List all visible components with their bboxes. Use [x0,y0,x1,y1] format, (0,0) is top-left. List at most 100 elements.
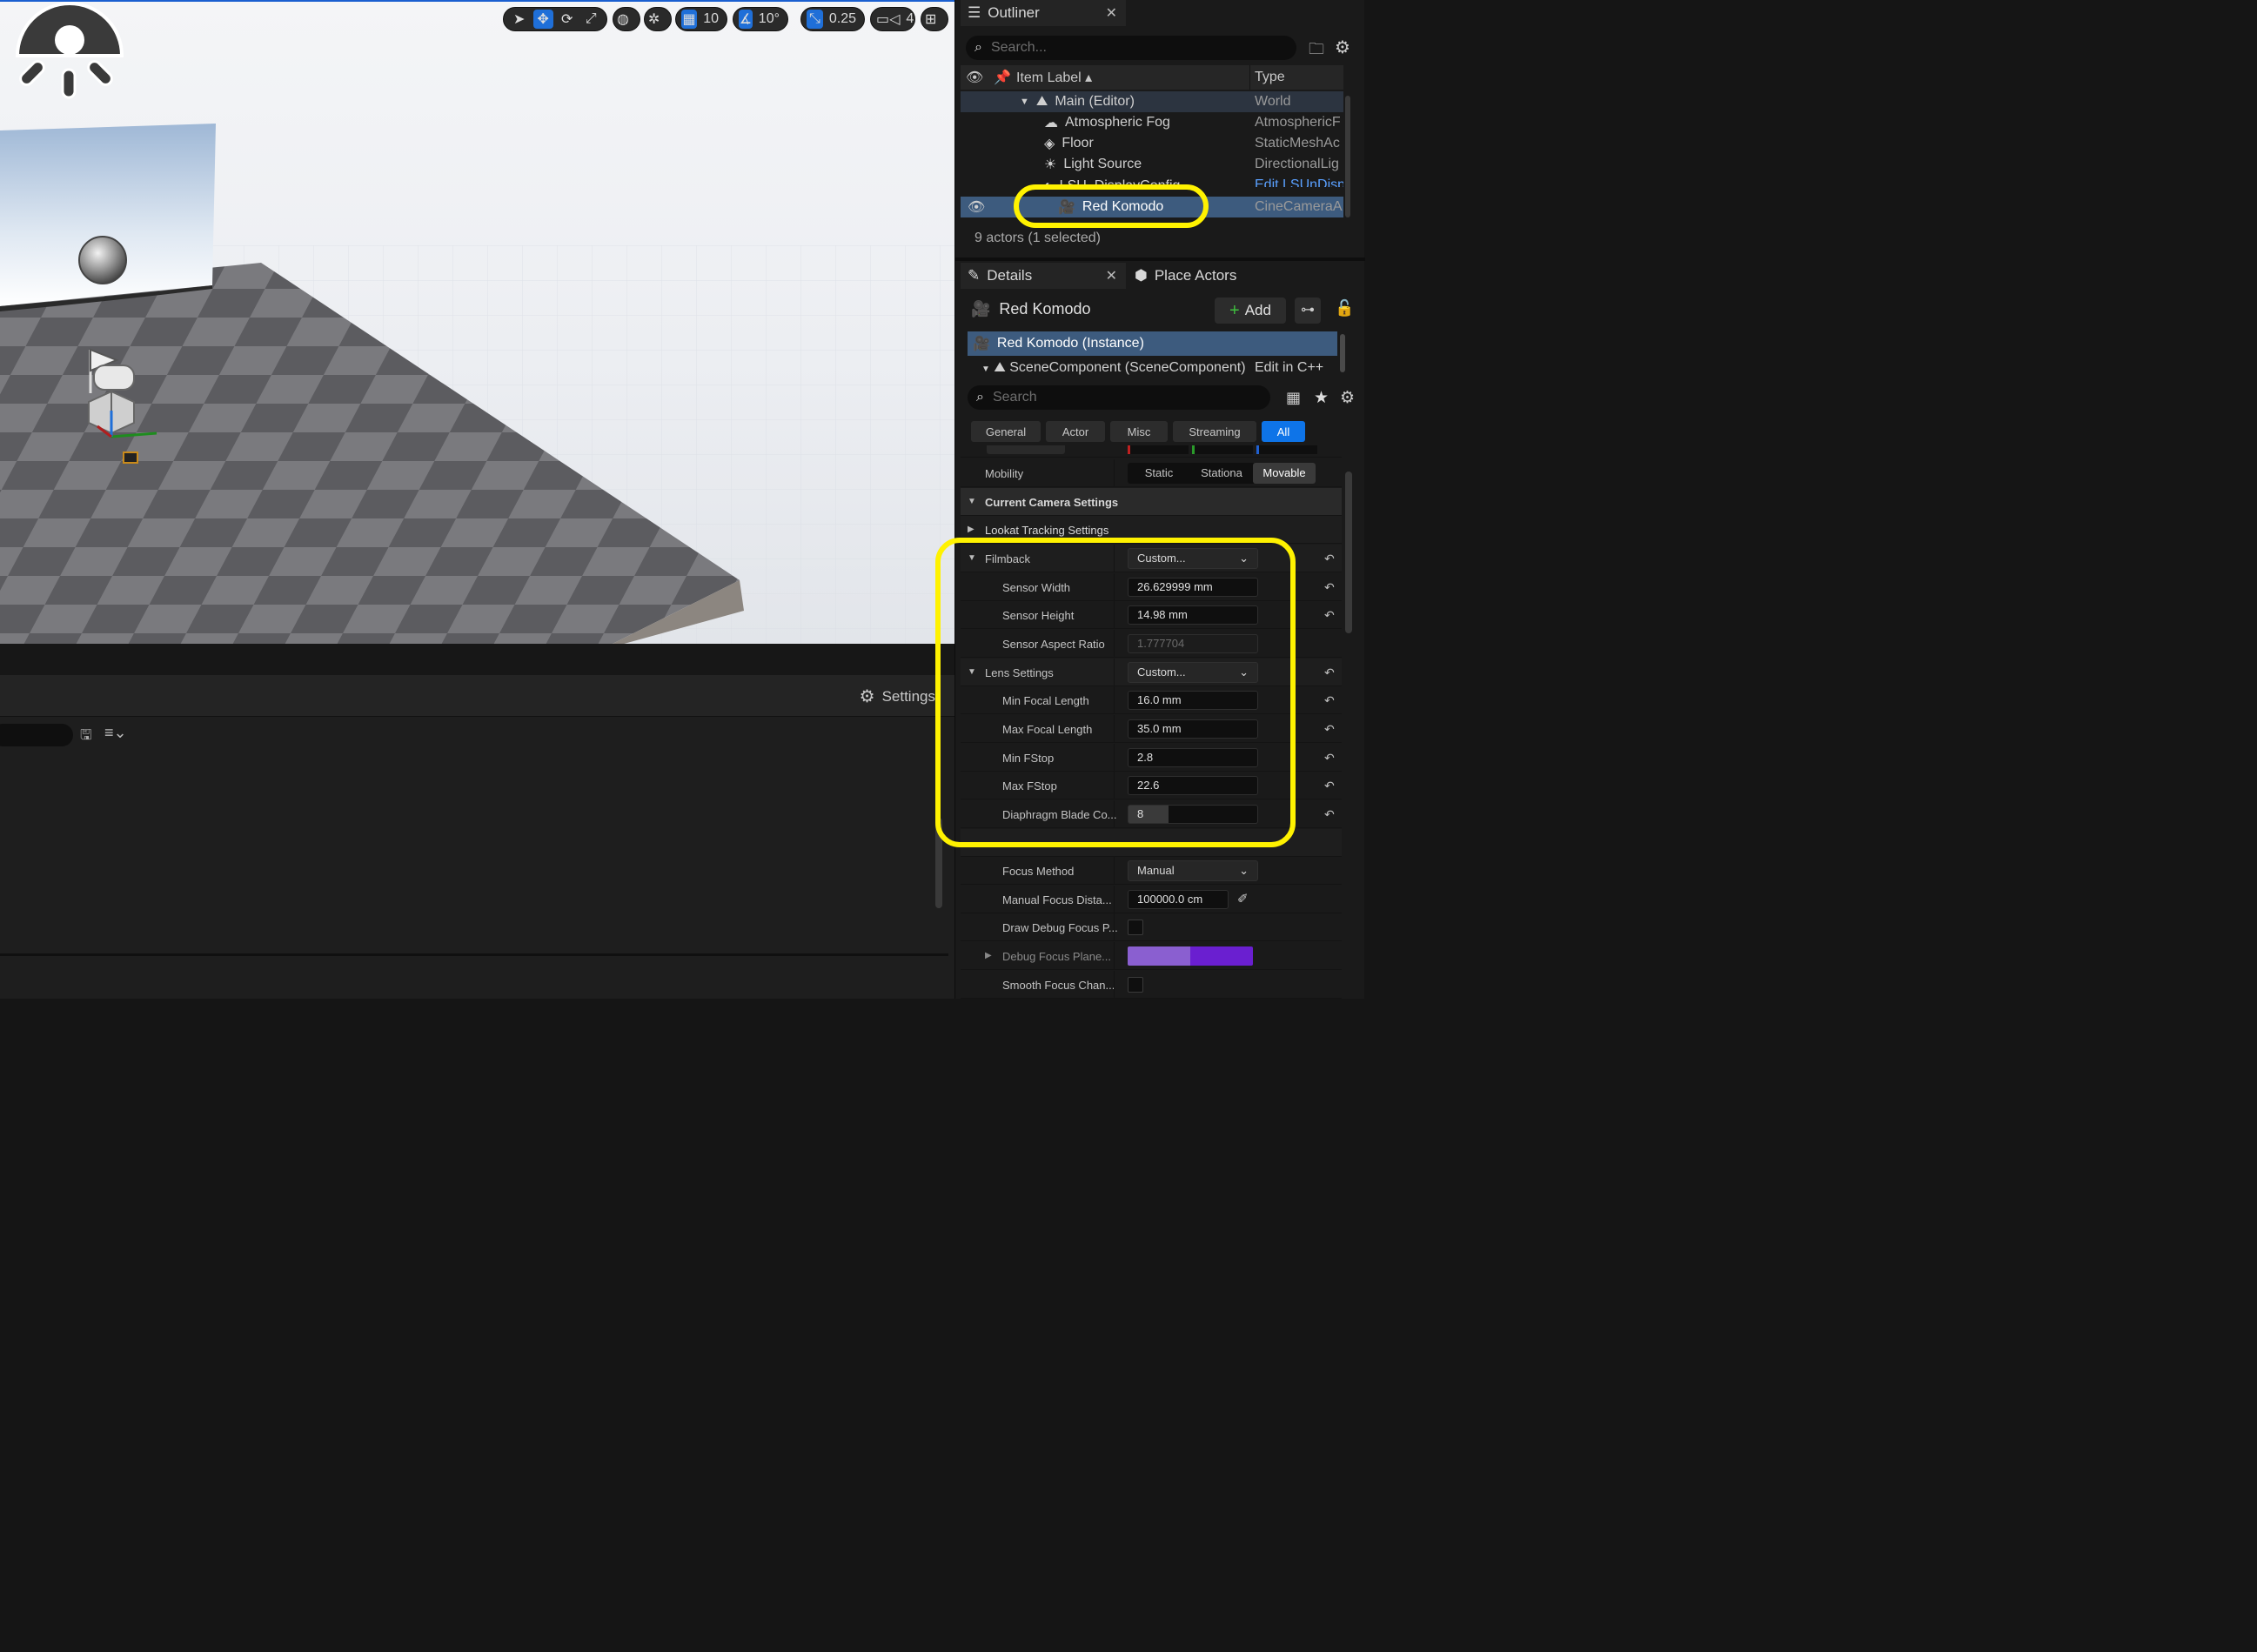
settings-button[interactable]: ⚙ Settings [860,686,935,707]
mobility-stationary[interactable]: Stationa [1190,463,1253,484]
tab-place-actors[interactable]: ⬢ Place Actors [1135,263,1274,289]
details-search-placeholder: Search [992,390,1037,405]
category-actor[interactable]: Actor [1046,421,1105,442]
scale-tool-icon[interactable]: ⤢ [581,10,602,29]
star-icon[interactable]: ★ [1314,388,1329,408]
debug-plane-color-swatch[interactable] [1128,946,1253,966]
section-current-camera[interactable]: ▼ Current Camera Settings [961,488,1342,516]
tab-details[interactable]: ✎ Details ✕ [961,263,1126,289]
viewport-layout-button[interactable]: ⊞ [921,7,948,31]
hierarchy-icon: ⊶ [1301,303,1315,318]
visibility-column-icon[interactable]: 👁 [966,69,983,86]
collapse-arrow-icon[interactable]: ▶ [985,951,992,960]
expand-arrow-icon[interactable]: ▼ [1020,97,1029,107]
eyedropper-icon[interactable]: ✐ [1237,891,1249,906]
item-label-column[interactable]: Item Label ▴ [1016,69,1092,86]
directional-light-icon [15,2,124,99]
outliner-scrollbar[interactable] [1345,96,1350,217]
manual-focus-input[interactable]: 100000.0 cm [1128,890,1229,909]
category-misc[interactable]: Misc [1110,421,1168,442]
tab-outliner[interactable]: ☰ Outliner ✕ [961,0,1126,26]
debug-plane-row: ▶ Debug Focus Plane... [961,942,1342,970]
focus-method-row: Focus Method Manual ⌄ [961,857,1342,885]
reset-icon[interactable]: ↶ [1324,608,1335,623]
level-viewport[interactable]: ➤ ✥ ⟳ ⤢ ◍ ✲ ▦ 10 ∡ 10° ⤡ 0.25 ▭◁ 4 ⊞ [0,0,954,644]
panel-search-input[interactable] [0,724,73,746]
focus-method-dropdown[interactable]: Manual ⌄ [1128,860,1258,881]
add-folder-icon[interactable]: 🗀 [1309,38,1324,64]
component-row[interactable]: ▼ ⛰ SceneComponent (SceneComponent) Edit… [981,360,1338,376]
reset-icon[interactable]: ↶ [1324,693,1335,708]
grid-snap-value[interactable]: 10 [700,11,721,27]
camera-speed-value[interactable]: 4 [903,11,916,27]
outliner-search-input[interactable]: ⌕ Search... [966,36,1296,60]
rotate-tool-icon[interactable]: ⟳ [557,10,578,29]
details-scrollbar[interactable] [1345,472,1352,633]
outliner-settings-icon[interactable]: ⚙ [1335,37,1350,58]
instance-label: Red Komodo (Instance) [996,336,1144,351]
filter-icon[interactable]: ≡⌄ [104,724,127,742]
mobility-movable[interactable]: Movable [1253,463,1316,484]
scale-snap-icon[interactable]: ⤡ [807,10,823,29]
add-component-button[interactable]: + Add [1215,298,1286,324]
reset-icon[interactable]: ↶ [1324,807,1335,822]
grid-snap-control[interactable]: ▦ 10 [675,7,727,31]
visibility-eye-icon[interactable]: 👁 [968,198,985,216]
actor-name-header: 🎥 Red Komodo [971,300,1091,318]
camera-speed-control[interactable]: ▭◁ 4 [870,7,915,31]
row-type-link[interactable]: Edit LSUnDisp [1255,177,1343,187]
reset-icon[interactable]: ↶ [1324,580,1335,595]
scale-snap-control[interactable]: ⤡ 0.25 [800,7,865,31]
edit-cpp-link[interactable]: Edit in C++ [1255,360,1323,375]
content-panel: ⚙ Settings 🖫 ≡⌄ [0,644,954,999]
category-all[interactable]: All [1262,421,1305,442]
move-tool-icon[interactable]: ✥ [532,10,553,29]
component-instance-row[interactable]: 🎥 Red Komodo (Instance) [968,331,1337,356]
reset-icon[interactable]: ↶ [1324,552,1335,566]
component-scrollbar[interactable] [1340,334,1345,372]
outliner-row[interactable]: ☀ Light Source DirectionalLig [961,154,1343,175]
outliner-status: 9 actors (1 selected) [974,231,1101,245]
smooth-focus-row: Smooth Focus Chan... [961,971,1342,999]
details-settings-icon[interactable]: ⚙ [1340,388,1355,408]
category-streaming[interactable]: Streaming [1173,421,1256,442]
pin-column-icon[interactable]: 📌 [994,69,1011,86]
grid-snap-icon[interactable]: ▦ [681,10,698,29]
rotation-snap-control[interactable]: ∡ 10° [733,7,788,31]
select-tool-icon[interactable]: ➤ [509,10,530,29]
expand-arrow-icon: ▼ [968,497,976,506]
reset-icon[interactable]: ↶ [1324,751,1335,766]
settings-label: Settings [881,687,935,705]
outliner-row[interactable]: ▼ ⛰ Main (Editor) World [961,91,1343,112]
viewport-scene [0,2,954,644]
save-icon[interactable]: 🖫 [80,726,92,749]
world-local-toggle[interactable]: ◍ [613,7,640,31]
row-type: World [1255,94,1291,109]
mobility-label: Mobility [985,467,1024,480]
close-icon[interactable]: ✕ [1106,267,1117,284]
details-search-input[interactable]: ⌕ Search [968,385,1270,410]
close-icon[interactable]: ✕ [1106,4,1117,22]
type-column[interactable]: Type [1255,70,1285,85]
angle-snap-icon[interactable]: ∡ [739,10,753,29]
draw-debug-checkbox[interactable] [1128,920,1143,935]
outliner-row[interactable]: ◈ Floor StaticMeshAc [961,133,1343,154]
lock-icon[interactable]: 🔓 [1335,299,1354,318]
focus-method-value: Manual [1137,864,1175,877]
mobility-static[interactable]: Static [1128,463,1190,484]
category-general[interactable]: General [971,421,1041,442]
reset-icon[interactable]: ↶ [1324,665,1335,680]
row-type: StaticMeshAc [1255,136,1340,150]
outliner-row[interactable]: ☁ Atmospheric Fog AtmosphericF [961,112,1343,133]
reset-icon[interactable]: ↶ [1324,722,1335,737]
row-label: Main (Editor) [1055,94,1135,109]
reset-icon[interactable]: ↶ [1324,779,1335,793]
blueprint-button[interactable]: ⊶ [1295,298,1321,324]
draw-debug-row: Draw Debug Focus P... [961,913,1342,941]
actor-name: Red Komodo [999,300,1091,318]
scale-snap-value[interactable]: 0.25 [827,11,859,27]
smooth-focus-checkbox[interactable] [1128,977,1143,993]
table-view-icon[interactable]: ▦ [1286,389,1301,407]
surface-snap-toggle[interactable]: ✲ [644,7,672,31]
rotation-snap-value[interactable]: 10° [756,11,782,27]
